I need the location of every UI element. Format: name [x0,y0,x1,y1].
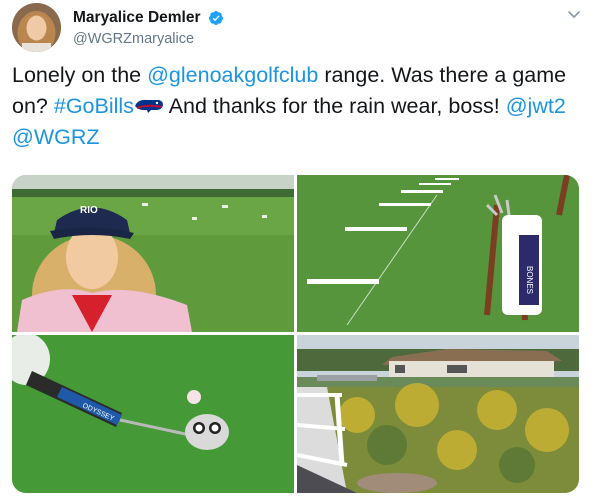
mention-jwt2-link[interactable]: @jwt2 [506,94,566,118]
tweet-header: Maryalice Demler @WGRZmaryalice [12,3,587,53]
photo-putter-ball[interactable]: ODYSSEY [12,335,294,493]
hashtag-gobills-link[interactable]: #GoBills [54,94,134,118]
chevron-down-icon[interactable] [567,7,581,21]
tweet-text: Lonely on the @glenoakgolfclub range. Wa… [12,60,584,153]
author-handle[interactable]: @WGRZmaryalice [73,31,224,47]
golf-bag-text: BONES [525,266,534,294]
tweet-text-segment: And thanks for the rain wear, boss! [163,94,506,118]
photo-clubhouse[interactable] [297,335,579,493]
verified-badge-icon [208,11,223,25]
author-display-name[interactable]: Maryalice Demler [73,9,201,27]
mention-glenoakgolfclub-link[interactable]: @glenoakgolfclub [147,63,318,87]
cap-text: RIO [80,205,98,216]
mention-wgrz-link[interactable]: @WGRZ [12,125,100,149]
photo-selfie-driving-range[interactable]: RIO [12,175,294,332]
tweet-text-segment: Lonely on the [12,63,148,87]
avatar[interactable] [12,3,61,52]
buffalo-bills-emoji-icon [134,99,163,113]
photo-golf-bag-range[interactable]: BONES [297,175,579,332]
photo-grid: RIO BONES ODYSSEY [12,175,579,493]
